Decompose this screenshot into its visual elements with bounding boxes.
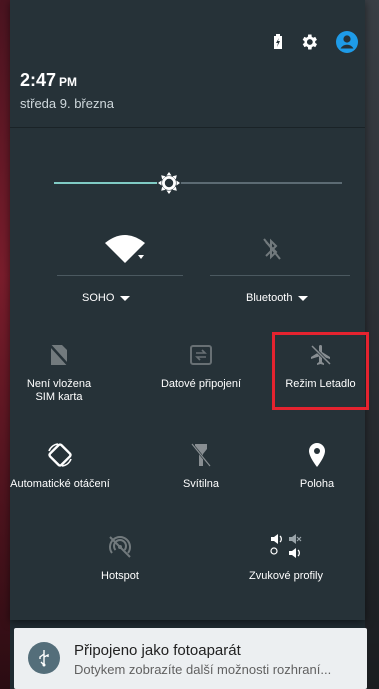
notification-text: Dotykem zobrazíte další možnosti rozhran… <box>74 662 332 677</box>
hotspot-off-icon <box>70 532 170 562</box>
sound-profiles-icon <box>236 532 336 562</box>
location-tile[interactable]: Poloha <box>272 440 362 491</box>
bluetooth-chevron-down-icon <box>298 295 309 301</box>
bluetooth-disabled-icon <box>222 234 322 264</box>
clock-time: 2:47 <box>20 70 57 90</box>
wifi-icon <box>70 234 180 264</box>
flashlight-label: Svítilna <box>182 478 220 490</box>
sound-profiles-tile[interactable]: Zvukové profily <box>236 532 336 583</box>
usb-notification[interactable]: Připojeno jako fotoaparát Dotykem zobraz… <box>14 628 367 689</box>
auto-rotate-tile[interactable]: Automatické otáčení <box>0 440 120 491</box>
date-label[interactable]: středa 9. března <box>20 96 114 111</box>
sim-label: Není vložena SIM karta <box>26 378 92 403</box>
location-pin-icon <box>272 440 362 470</box>
flashlight-tile[interactable]: Svítilna <box>156 440 246 491</box>
clock-ampm: PM <box>59 75 78 89</box>
flashlight-off-icon <box>156 440 246 470</box>
wifi-underline <box>57 275 183 276</box>
no-sim-icon <box>16 340 102 370</box>
quick-settings-panel: 2:47PM středa 9. března SOHO Bluetooth <box>10 0 369 620</box>
auto-rotate-icon <box>0 440 120 470</box>
wifi-tile[interactable] <box>70 234 180 264</box>
header-icons <box>273 30 359 54</box>
clock[interactable]: 2:47 PM <box>20 70 77 91</box>
bluetooth-label-dropdown[interactable]: Bluetooth <box>246 292 309 304</box>
mobile-data-icon <box>146 340 256 370</box>
sound-profiles-label: Zvukové profily <box>249 570 323 582</box>
location-label: Poloha <box>299 478 335 490</box>
header-divider <box>10 127 365 128</box>
settings-gear-icon[interactable] <box>299 32 319 52</box>
wifi-chevron-down-icon <box>120 295 131 301</box>
brightness-track-fill <box>54 182 169 184</box>
bluetooth-underline <box>210 275 350 276</box>
hotspot-tile[interactable]: Hotspot <box>70 532 170 583</box>
brightness-thumb-icon[interactable] <box>157 171 181 195</box>
auto-rotate-label: Automatické otáčení <box>10 478 110 490</box>
user-account-icon[interactable] <box>335 30 359 54</box>
notification-title: Připojeno jako fotoaparát <box>74 642 241 659</box>
mobile-data-tile[interactable]: Datové připojení <box>146 340 256 391</box>
mobile-data-label: Datové připojení <box>160 378 242 390</box>
hotspot-label: Hotspot <box>101 570 139 582</box>
usb-icon <box>28 642 60 674</box>
sim-tile[interactable]: Není vložena SIM karta <box>16 340 102 404</box>
wifi-label-dropdown[interactable]: SOHO <box>82 292 131 304</box>
battery-charging-icon <box>273 34 283 50</box>
brightness-slider[interactable] <box>54 170 342 196</box>
bluetooth-tile[interactable] <box>222 234 322 264</box>
wifi-ssid-label: SOHO <box>82 292 115 304</box>
panel-header: 2:47 PM středa 9. března <box>10 0 365 127</box>
wallpaper-left <box>0 0 10 689</box>
airplane-mode-highlight <box>272 332 369 410</box>
bluetooth-label: Bluetooth <box>246 292 293 304</box>
